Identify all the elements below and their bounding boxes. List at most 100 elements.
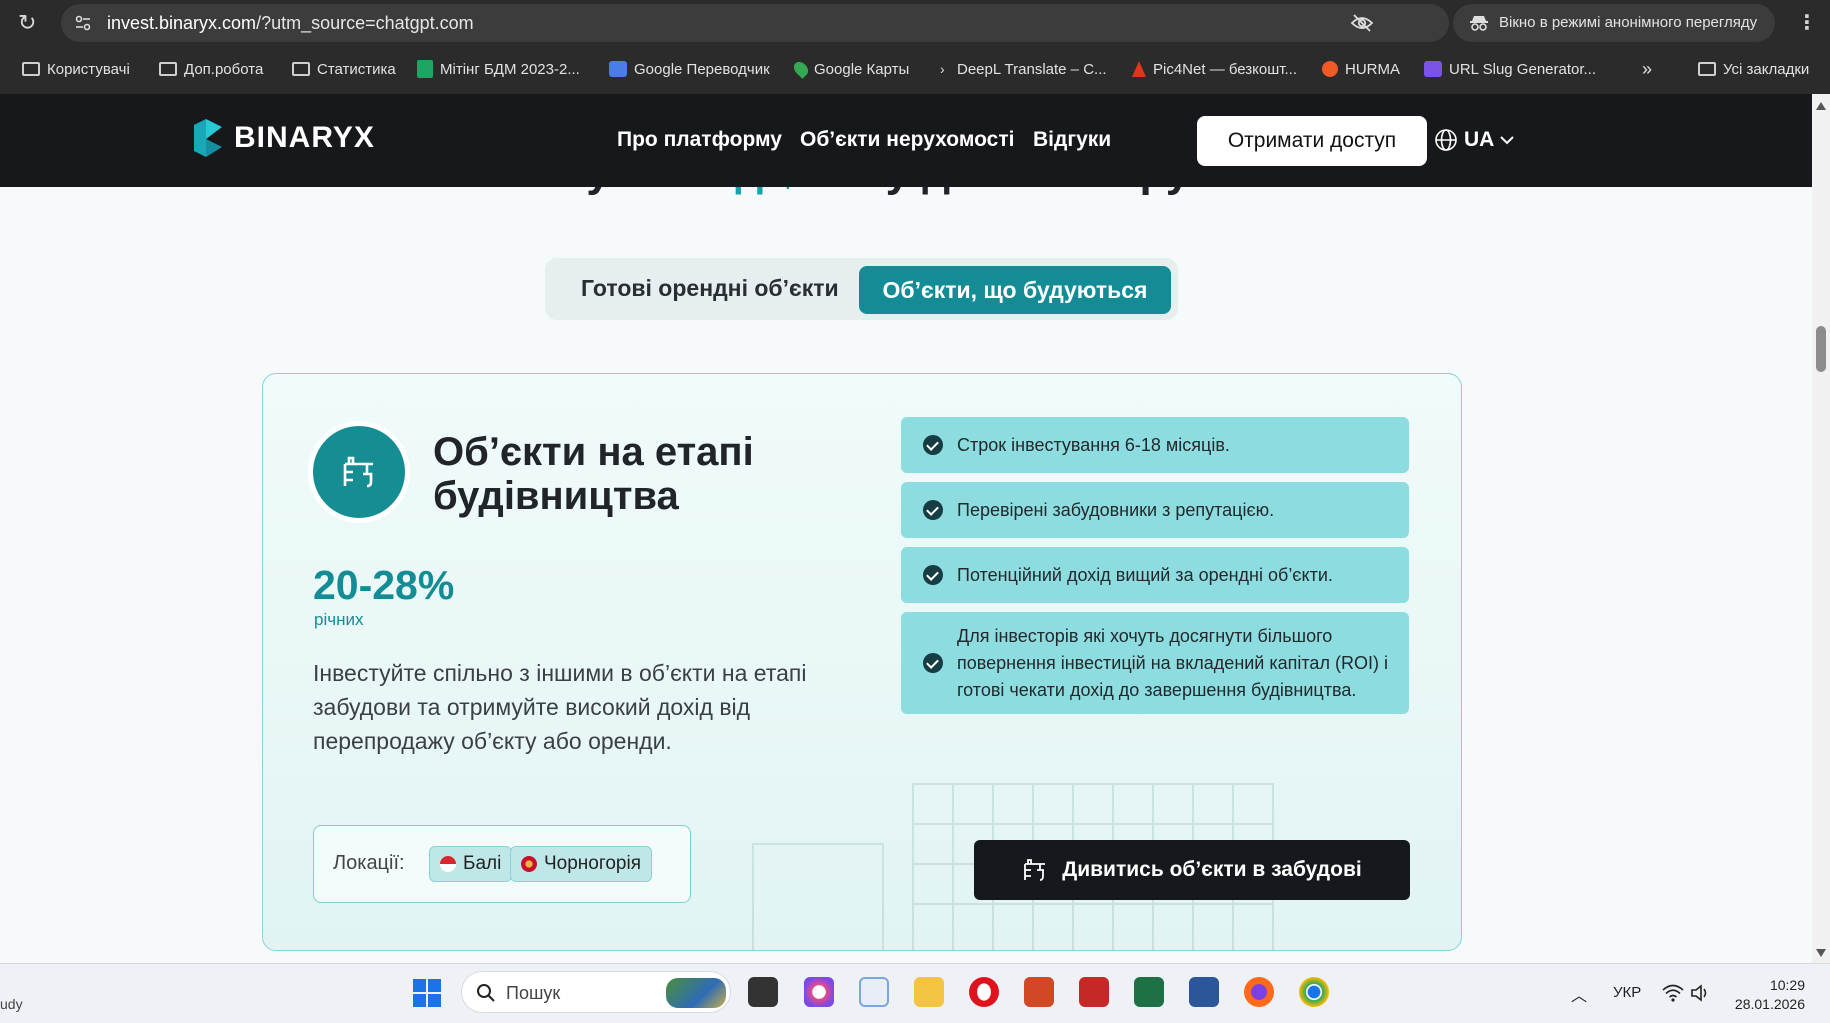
- scroll-down-arrow-icon[interactable]: [1816, 949, 1826, 957]
- pic4net-icon: [1132, 61, 1146, 77]
- check-circle-icon: [923, 653, 943, 673]
- heading-part: Інвестуйте: [450, 187, 696, 196]
- heading-part: у дачі чи нерухомості: [873, 187, 1357, 196]
- volume-icon[interactable]: [1690, 984, 1712, 1002]
- card-title: Об’єкти на етапі будівництва: [433, 430, 754, 518]
- all-bookmarks[interactable]: Усі закладки: [1698, 58, 1809, 80]
- bookmark-users[interactable]: Користувачі: [22, 58, 130, 80]
- check-circle-icon: [923, 500, 943, 520]
- crane-icon: [343, 456, 373, 488]
- url-path: /?utm_source=chatgpt.com: [256, 13, 474, 33]
- acrobat-icon[interactable]: [1079, 977, 1109, 1007]
- firefox-icon[interactable]: [1244, 977, 1274, 1007]
- view-construction-objects-button[interactable]: Дивитись об’єкти в забудові: [974, 840, 1410, 900]
- location-chip-montenegro[interactable]: Чорногорія: [510, 846, 653, 882]
- location-label: Чорногорія: [544, 853, 642, 874]
- feature-text: Потенційний дохід вищий за орендні об’єк…: [957, 564, 1333, 585]
- nav-reviews[interactable]: Відгуки: [1033, 128, 1111, 152]
- url-text[interactable]: invest.binaryx.com/?utm_source=chatgpt.c…: [107, 13, 474, 34]
- nav-properties[interactable]: Об’єкти нерухомості: [800, 128, 1014, 152]
- windows-start-icon[interactable]: [413, 979, 441, 1007]
- get-access-button[interactable]: Отримати доступ: [1197, 116, 1427, 166]
- nav-about-platform[interactable]: Про платформу: [617, 128, 782, 152]
- feature-text: Перевірені забудовники з репутацією.: [957, 499, 1275, 520]
- locations-label: Локації:: [333, 852, 405, 874]
- powerpoint-icon[interactable]: [1024, 977, 1054, 1007]
- taskbar-left-text: udy: [0, 996, 23, 1012]
- translate-icon: [609, 61, 627, 77]
- tab-rental-properties[interactable]: Готові орендні об’єкти: [581, 275, 839, 302]
- input-language[interactable]: УКР: [1613, 984, 1641, 1001]
- bookmark-google-maps[interactable]: Google Карты: [791, 58, 909, 80]
- scroll-up-arrow-icon[interactable]: [1816, 102, 1826, 110]
- binaryx-logo[interactable]: BINARYX: [192, 117, 375, 159]
- word-icon[interactable]: [1189, 977, 1219, 1007]
- incognito-indicator[interactable]: Вікно в режимі анонімного перегляду: [1453, 4, 1775, 42]
- binaryx-logo-icon: [194, 119, 222, 157]
- clock-date: 28.01.2026: [1734, 996, 1805, 1012]
- search-icon: [477, 984, 495, 1002]
- site-settings-icon[interactable]: [74, 14, 92, 32]
- slug-icon: [1424, 61, 1442, 77]
- bookmark-label: Google Переводчик: [634, 60, 770, 78]
- locations-box: Локації: Балі Чорногорія: [313, 825, 691, 903]
- bookmark-meeting[interactable]: Мітінг БДМ 2023-2...: [417, 58, 580, 80]
- construction-card: Об’єкти на етапі будівництва 20-28% річн…: [262, 373, 1462, 951]
- bookmark-google-translate[interactable]: Google Переводчик: [609, 58, 770, 80]
- page-content: Інвестуйте від $500 у дачі чи нерухомост…: [0, 187, 1812, 963]
- bookmark-extra-work[interactable]: Доп.робота: [159, 58, 263, 80]
- chrome-icon[interactable]: [1299, 977, 1329, 1007]
- address-bar[interactable]: invest.binaryx.com/?utm_source=chatgpt.c…: [61, 4, 1480, 42]
- creative-cloud-icon[interactable]: [804, 977, 834, 1007]
- feature-item: Потенційний дохід вищий за орендні об’єк…: [901, 547, 1409, 603]
- annual-yield-caption: річних: [314, 610, 364, 629]
- incognito-icon: [1470, 16, 1488, 31]
- logo-text: BINARYX: [234, 121, 375, 154]
- bookmark-statistics[interactable]: Статистика: [292, 58, 396, 80]
- bookmark-hurma[interactable]: HURMA: [1322, 58, 1400, 80]
- button-label: Дивитись об’єкти в забудові: [1062, 858, 1362, 881]
- excel-icon[interactable]: [1134, 977, 1164, 1007]
- language-selector[interactable]: UA: [1434, 128, 1515, 152]
- bookmark-label: HURMA: [1345, 60, 1400, 78]
- bookmark-pic4net[interactable]: Pic4Net — безкошт...: [1132, 58, 1297, 80]
- bookmark-label: Мітінг БДМ 2023-2...: [440, 60, 580, 78]
- eye-slash-icon[interactable]: [1350, 13, 1374, 33]
- feature-text: Строк інвестування 6-18 місяців.: [957, 434, 1230, 455]
- task-view-icon[interactable]: [748, 977, 778, 1007]
- hurma-icon: [1322, 61, 1338, 77]
- browser-menu-icon[interactable]: ⋮: [1797, 10, 1817, 35]
- tab-under-construction[interactable]: Об’єкти, що будуються: [859, 266, 1171, 314]
- bookmark-label: Pic4Net — безкошт...: [1153, 60, 1297, 78]
- folder-icon: [159, 62, 177, 76]
- maps-icon: [791, 59, 811, 79]
- bookmarks-overflow[interactable]: »: [1642, 58, 1652, 80]
- taskbar-clock[interactable]: 10:29 28.01.2026: [1733, 976, 1805, 1014]
- location-chip-bali[interactable]: Балі: [429, 846, 513, 882]
- section-heading: Інвестуйте від $500 у дачі чи нерухомост…: [450, 187, 1357, 197]
- chevron-down-icon: [1500, 136, 1515, 145]
- bookmark-url-slug[interactable]: URL Slug Generator...: [1424, 58, 1596, 80]
- chevron-up-icon[interactable]: ︿: [1571, 982, 1587, 1006]
- page-scrollbar[interactable]: [1812, 94, 1830, 963]
- wifi-icon[interactable]: [1662, 984, 1684, 1002]
- bookmark-label: Статистика: [317, 60, 396, 78]
- heading-accent: від $500: [696, 187, 873, 196]
- all-bookmarks-label: Усі закладки: [1723, 60, 1810, 78]
- taskbar-search[interactable]: Пошук: [461, 971, 731, 1013]
- bookmark-label: DeepL Translate – С...: [957, 60, 1107, 78]
- sheets-icon: [417, 60, 433, 78]
- bookmark-deepl[interactable]: › DeepL Translate – С...: [940, 58, 1107, 80]
- opera-icon[interactable]: [969, 977, 999, 1007]
- file-explorer-icon[interactable]: [914, 977, 944, 1007]
- snipping-tool-icon[interactable]: [859, 977, 889, 1007]
- indonesia-flag-icon: [440, 856, 456, 872]
- reload-icon[interactable]: ↻: [18, 11, 42, 35]
- check-circle-icon: [923, 565, 943, 585]
- crane-icon: [1024, 859, 1046, 881]
- bookmark-label: Доп.робота: [184, 60, 264, 78]
- folder-icon: [22, 62, 40, 76]
- feature-item: Для інвесторів які хочуть досягнути біль…: [901, 612, 1409, 714]
- scrollbar-thumb[interactable]: [1816, 326, 1826, 372]
- construction-crane-badge: [313, 426, 405, 518]
